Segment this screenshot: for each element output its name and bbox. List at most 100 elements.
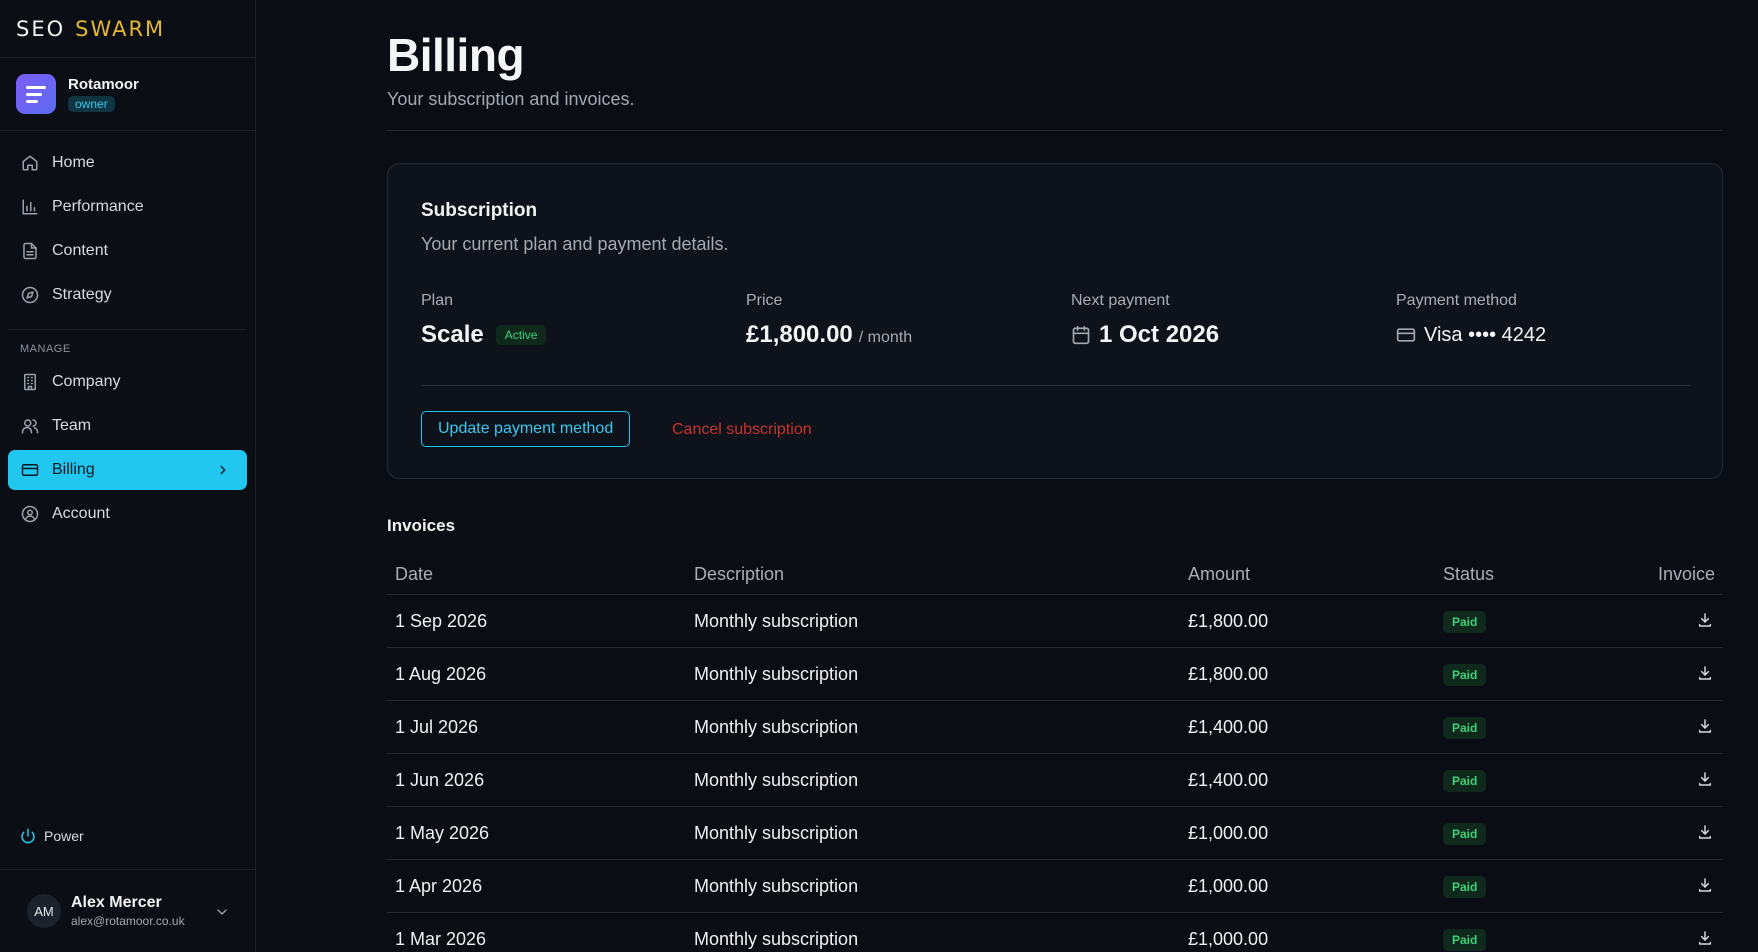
- sidebar-item-label: Content: [52, 242, 109, 259]
- nav-divider: [8, 329, 247, 330]
- invoice-description: Monthly subscription: [694, 769, 859, 790]
- cancel-subscription-button[interactable]: Cancel subscription: [672, 421, 812, 439]
- user-menu[interactable]: AM Alex Mercer alex@rotamoor.co.uk: [0, 869, 256, 952]
- sidebar-item-label: Account: [52, 505, 110, 522]
- column-header-invoice: Invoice: [1657, 563, 1715, 584]
- download-icon[interactable]: [1697, 824, 1715, 842]
- invoice-amount: £1,400.00: [1188, 769, 1269, 790]
- download-icon[interactable]: [1697, 718, 1715, 736]
- sidebar-item-content[interactable]: Content: [8, 231, 247, 271]
- sidebar-item-label: Team: [52, 417, 92, 434]
- sidebar: SEO SWARM Rotamoor owner Home Performanc…: [0, 0, 256, 952]
- org-name: Rotamoor: [68, 75, 139, 93]
- user-circle-icon: [20, 504, 40, 524]
- invoice-amount: £1,800.00: [1188, 610, 1269, 631]
- status-badge: Paid: [1443, 663, 1487, 686]
- sidebar-item-label: Billing: [52, 461, 95, 478]
- sidebar-item-performance[interactable]: Performance: [8, 187, 247, 227]
- status-badge: Paid: [1443, 716, 1487, 739]
- invoice-description: Monthly subscription: [694, 610, 859, 631]
- org-switcher[interactable]: Rotamoor owner: [0, 58, 255, 131]
- table-row: 1 Mar 2026 Monthly subscription £1,000.0…: [387, 913, 1723, 952]
- sidebar-item-label: Company: [52, 373, 121, 390]
- logo-swarm-text: SWARM: [75, 16, 166, 41]
- power-link[interactable]: Power: [20, 828, 84, 844]
- payment-method-field: Payment method Visa •••• 4242: [1396, 292, 1546, 350]
- chevron-down-icon[interactable]: [214, 904, 230, 920]
- invoice-amount: £1,400.00: [1188, 716, 1269, 737]
- org-avatar: [16, 74, 56, 114]
- building-icon: [20, 372, 40, 392]
- chevron-right-icon: [213, 460, 233, 480]
- update-payment-method-button[interactable]: Update payment method: [421, 411, 631, 447]
- page-subtitle: Your subscription and invoices.: [387, 89, 635, 109]
- power-icon: [20, 828, 36, 844]
- invoice-amount: £1,000.00: [1188, 928, 1269, 949]
- invoice-description: Monthly subscription: [694, 822, 859, 843]
- document-icon: [20, 241, 40, 261]
- compass-icon: [20, 285, 40, 305]
- column-header-status: Status: [1443, 563, 1495, 584]
- sidebar-item-account[interactable]: Account: [8, 494, 247, 534]
- subscription-title: Subscription: [421, 200, 538, 221]
- invoice-date: 1 Jul 2026: [395, 716, 479, 737]
- sidebar-nav: Home Performance Content Strategy MANAGE: [0, 131, 255, 534]
- invoice-date: 1 Aug 2026: [395, 663, 487, 684]
- sidebar-item-team[interactable]: Team: [8, 406, 247, 446]
- user-name: Alex Mercer: [71, 894, 162, 911]
- invoice-description: Monthly subscription: [694, 663, 859, 684]
- status-badge: Paid: [1443, 769, 1487, 792]
- invoice-date: 1 Sep 2026: [395, 610, 488, 631]
- table-header: Date Description Amount Status Invoice: [387, 554, 1723, 595]
- plan-field: Plan Scale Active: [421, 292, 547, 350]
- plan-value: Scale: [421, 321, 484, 348]
- sidebar-item-label: Home: [52, 154, 95, 171]
- download-icon[interactable]: [1697, 877, 1715, 895]
- sidebar-item-strategy[interactable]: Strategy: [8, 275, 247, 315]
- invoices-title: Invoices: [387, 516, 456, 535]
- invoice-description: Monthly subscription: [694, 875, 859, 896]
- table-row: 1 Apr 2026 Monthly subscription £1,000.0…: [387, 860, 1723, 913]
- sidebar-item-billing[interactable]: Billing: [8, 450, 247, 490]
- download-icon[interactable]: [1697, 771, 1715, 789]
- download-icon[interactable]: [1697, 665, 1715, 683]
- avatar: AM: [27, 894, 61, 928]
- logo[interactable]: SEO SWARM: [0, 0, 255, 58]
- credit-card-icon: [20, 460, 40, 480]
- price-label: Price: [746, 292, 783, 309]
- price-value: £1,800.00: [746, 321, 853, 348]
- subscription-subtitle: Your current plan and payment details.: [421, 234, 729, 254]
- invoice-date: 1 Apr 2026: [395, 875, 483, 896]
- sidebar-item-home[interactable]: Home: [8, 143, 247, 183]
- logo-seo-text: SEO: [16, 16, 66, 41]
- table-row: 1 Jun 2026 Monthly subscription £1,400.0…: [387, 754, 1723, 807]
- header-divider: [387, 130, 1723, 131]
- download-icon[interactable]: [1697, 930, 1715, 948]
- power-label: Power: [44, 828, 84, 844]
- table-row: 1 Jul 2026 Monthly subscription £1,400.0…: [387, 701, 1723, 754]
- price-field: Price £1,800.00 / month: [746, 292, 912, 350]
- next-payment-label: Next payment: [1071, 292, 1170, 309]
- download-icon[interactable]: [1697, 612, 1715, 630]
- table-row: 1 Aug 2026 Monthly subscription £1,800.0…: [387, 648, 1723, 701]
- column-header-date: Date: [395, 563, 434, 584]
- invoices-table: Date Description Amount Status Invoice 1…: [387, 554, 1723, 952]
- payment-method-label: Payment method: [1396, 292, 1517, 309]
- sidebar-item-company[interactable]: Company: [8, 362, 247, 402]
- card-divider: [421, 385, 1691, 386]
- column-header-amount: Amount: [1188, 563, 1251, 584]
- sidebar-item-label: Performance: [52, 198, 144, 215]
- credit-card-icon: [1396, 325, 1416, 345]
- column-header-description: Description: [694, 563, 785, 584]
- next-payment-value: 1 Oct 2026: [1099, 321, 1220, 348]
- status-badge: Paid: [1443, 610, 1487, 633]
- invoice-description: Monthly subscription: [694, 716, 859, 737]
- bar-chart-icon: [20, 197, 40, 217]
- invoice-date: 1 May 2026: [395, 822, 490, 843]
- price-unit: / month: [858, 329, 913, 346]
- invoice-description: Monthly subscription: [694, 928, 859, 949]
- status-badge: Paid: [1443, 822, 1487, 845]
- status-badge: Active: [495, 325, 547, 345]
- invoice-amount: £1,000.00: [1188, 875, 1269, 896]
- status-badge: Paid: [1443, 875, 1487, 898]
